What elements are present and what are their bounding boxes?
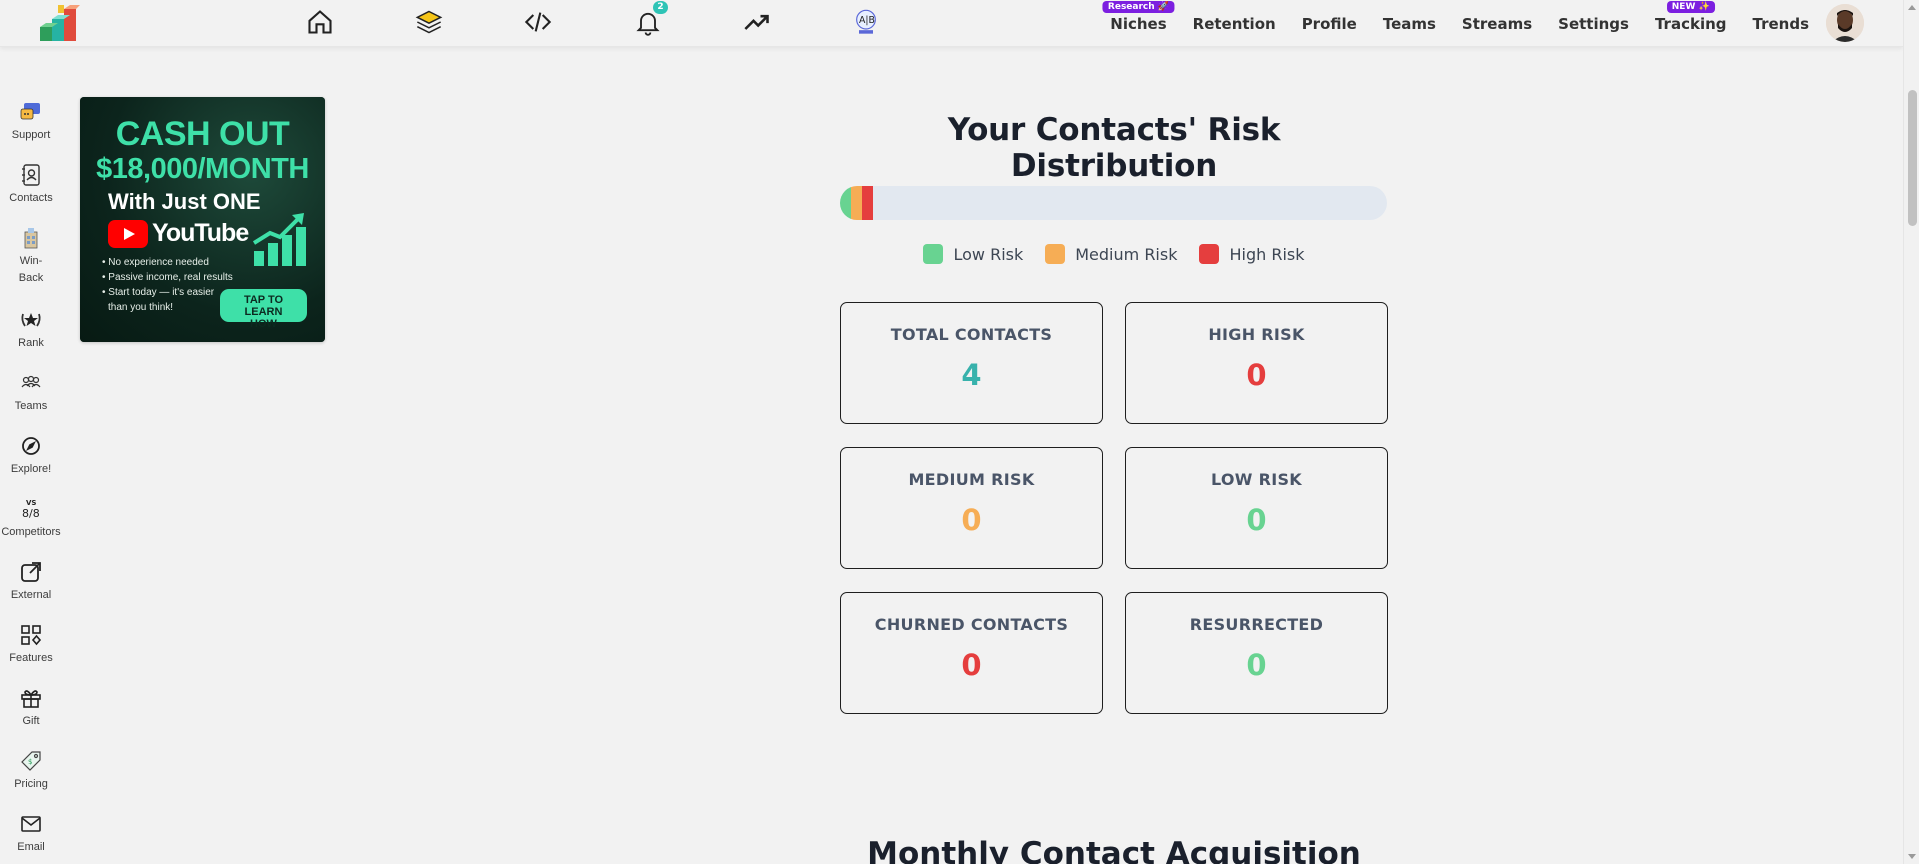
features-icon — [21, 625, 42, 646]
email-icon — [21, 816, 41, 832]
stat-value: 4 — [961, 358, 982, 392]
svg-text:VS: VS — [26, 499, 36, 507]
high-risk-swatch — [1199, 244, 1220, 264]
stat-value: 0 — [1246, 503, 1267, 537]
medium-risk-swatch — [1045, 244, 1066, 264]
sidebar-item-explore[interactable]: Explore! — [0, 434, 62, 477]
sidebar-item-win-back[interactable]: Win-Back — [0, 226, 62, 287]
trending-up-icon[interactable] — [741, 7, 773, 37]
stat-value: 0 — [961, 503, 982, 537]
support-icon — [20, 103, 40, 120]
stat-value: 0 — [961, 648, 982, 682]
monthly-acquisition-title: Monthly Contact Acquisition — [867, 836, 1361, 864]
scroll-up-arrow[interactable] — [1908, 5, 1916, 10]
ad-subheadline: $18,000/MONTH — [96, 153, 309, 185]
svg-text:$: $ — [28, 758, 32, 766]
stat-card-total-contacts: TOTAL CONTACTS 4 — [840, 302, 1103, 424]
growth-chart-icon — [252, 213, 306, 266]
risk-legend: Low Risk Medium Risk High Risk — [840, 244, 1388, 264]
stat-value: 0 — [1246, 648, 1267, 682]
stat-card-high-risk: HIGH RISK 0 — [1125, 302, 1388, 424]
home-icon[interactable] — [304, 7, 336, 37]
risk-distribution-bar — [840, 186, 1387, 220]
contacts-icon — [22, 164, 40, 186]
svg-text:A|B: A|B — [859, 15, 875, 26]
sidebar-item-contacts[interactable]: Contacts — [0, 163, 62, 206]
youtube-logo: YouTube — [108, 219, 249, 248]
stat-card-churned-contacts: CHURNED CONTACTS 0 — [840, 592, 1103, 714]
youtube-play-icon — [108, 219, 148, 248]
research-tag: Research 🚀 — [1102, 0, 1174, 13]
sidebar-item-email[interactable]: Email — [0, 812, 62, 855]
sidebar-item-gift[interactable]: Gift — [0, 686, 62, 729]
teams-icon — [21, 375, 41, 388]
scroll-thumb[interactable] — [1908, 90, 1917, 226]
risk-distribution-title: Your Contacts' Risk Distribution — [947, 112, 1281, 184]
explore-icon — [22, 437, 40, 455]
code-icon[interactable] — [522, 7, 554, 37]
bell-icon[interactable]: 2 — [632, 1, 668, 37]
ad-headline: CASH OUT — [115, 115, 290, 153]
nav-link-teams[interactable]: Teams — [1383, 15, 1436, 33]
pricing-icon: $ — [21, 751, 41, 771]
nav-link-tracking[interactable]: NEW ✨ Tracking — [1655, 0, 1727, 33]
ad-tagline: With Just ONE — [108, 189, 261, 214]
ab-test-icon[interactable]: A|B — [850, 7, 882, 37]
nav-links: Research 🚀 Niches Retention Profile Teams… — [1102, 0, 1810, 47]
ad-cta-button[interactable]: TAP TO LEARN HOW — [220, 289, 307, 330]
page-scrollbar[interactable] — [1903, 0, 1919, 864]
gift-icon — [21, 690, 41, 708]
legend-medium-risk: Medium Risk — [1045, 244, 1177, 264]
stat-card-low-risk: LOW RISK 0 — [1125, 447, 1388, 569]
nav-link-trends[interactable]: Trends — [1753, 15, 1810, 33]
nav-link-streams[interactable]: Streams — [1462, 15, 1532, 33]
svg-text:8/8: 8/8 — [22, 507, 40, 520]
nav-link-settings[interactable]: Settings — [1558, 15, 1629, 33]
risk-segment-medium-risk — [850, 186, 862, 220]
ad-bullets: • No experience needed • Passive income,… — [102, 257, 233, 313]
layers-icon[interactable] — [413, 7, 445, 37]
notification-badge: 2 — [653, 1, 668, 14]
sidebar-item-competitors[interactable]: VS 8/8 Competitors — [0, 497, 62, 540]
scroll-down-arrow[interactable] — [1908, 854, 1916, 859]
win-back-icon — [24, 228, 38, 249]
sidebar-item-support[interactable]: Support — [0, 100, 62, 143]
rank-icon — [21, 313, 41, 327]
user-avatar[interactable] — [1826, 4, 1864, 42]
nav-link-niches[interactable]: Research 🚀 Niches — [1102, 0, 1174, 33]
nav-link-profile[interactable]: Profile — [1302, 15, 1357, 33]
low-risk-swatch — [923, 244, 944, 264]
stat-value: 0 — [1246, 358, 1267, 392]
sidebar-item-pricing[interactable]: $ Pricing — [0, 749, 62, 792]
nav-link-retention[interactable]: Retention — [1193, 15, 1276, 33]
sidebar-item-features[interactable]: Features — [0, 623, 62, 666]
external-icon — [21, 562, 41, 582]
stat-card-medium-risk: MEDIUM RISK 0 — [840, 447, 1103, 569]
risk-segment-high-risk — [861, 186, 873, 220]
sidebar-item-external[interactable]: External — [0, 560, 62, 603]
app-logo[interactable] — [38, 3, 80, 45]
ad-banner[interactable]: CASH OUT $18,000/MONTH With Just ONE You… — [80, 97, 325, 342]
sidebar-item-rank[interactable]: Rank — [0, 308, 62, 351]
top-navbar: 2 A|B Research 🚀 Niches Retention Profile… — [0, 0, 1903, 47]
legend-high-risk: High Risk — [1199, 244, 1305, 264]
legend-low-risk: Low Risk — [923, 244, 1023, 264]
risk-segment-low-risk — [840, 186, 851, 220]
stat-card-resurrected: RESURRECTED 0 — [1125, 592, 1388, 714]
competitors-icon: VS8/8 — [22, 499, 40, 520]
sidebar-item-teams[interactable]: Teams — [0, 371, 62, 414]
new-tag: NEW ✨ — [1666, 0, 1715, 13]
